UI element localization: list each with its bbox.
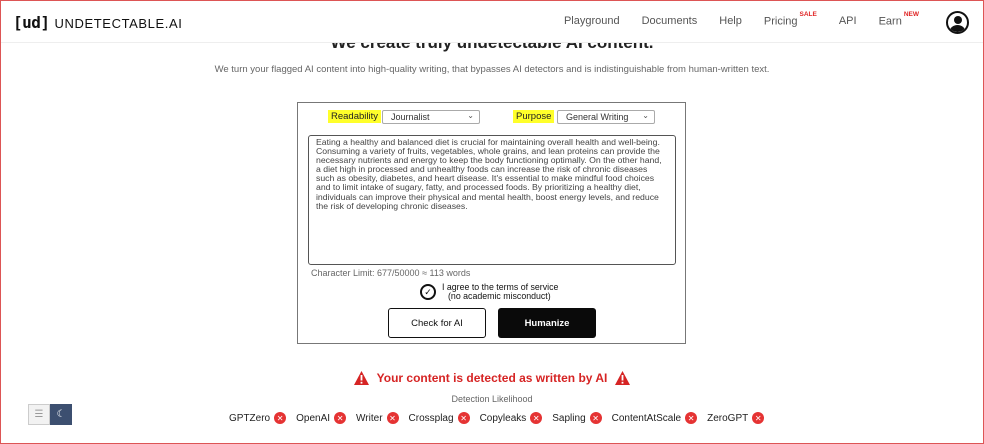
character-limit: Character Limit: 677/50000 ≈ 113 words	[311, 268, 471, 278]
detector-name: Writer	[356, 412, 383, 424]
terms-agreement[interactable]: ✓ I agree to the terms of service (no ac…	[420, 283, 558, 301]
x-circle-icon: ✕	[589, 412, 602, 424]
detection-warning: Your content is detected as written by A…	[1, 370, 983, 386]
readability-value: Journalist	[391, 112, 430, 122]
menu-lines-icon[interactable]: ☰	[28, 404, 50, 425]
chevron-down-icon: ⌄	[467, 111, 474, 120]
detector-list: GPTZero ✕ OpenAI ✕ Writer ✕ Crossplag ✕ Copy…	[229, 412, 774, 424]
readability-select[interactable]: Journalist ⌄	[382, 110, 480, 124]
nav-api[interactable]: API	[839, 15, 857, 28]
warning-triangle-icon	[614, 370, 631, 386]
nav-label: Documents	[641, 15, 698, 27]
main-nav: Playground Documents Help PricingSALE AP…	[542, 11, 919, 28]
theme-toggle: ☰ ☾	[28, 404, 72, 425]
detector-name: Copyleaks	[479, 412, 527, 424]
detector-name: OpenAI	[296, 412, 331, 424]
detector-contentatscale: ContentAtScale ✕	[612, 412, 698, 424]
terms-line-2: (no academic misconduct)	[448, 291, 551, 301]
warning-triangle-icon	[353, 370, 370, 386]
page-subtitle: We turn your flagged AI content into hig…	[214, 64, 770, 75]
nav-pricing[interactable]: PricingSALE	[763, 11, 817, 28]
x-circle-icon: ✕	[334, 412, 347, 424]
nav-label: Playground	[563, 15, 620, 27]
logo-mark: [ud]	[13, 13, 50, 32]
detector-openai: OpenAI ✕	[296, 412, 347, 424]
warning-text: Your content is detected as written by A…	[376, 371, 608, 385]
x-circle-icon: ✕	[530, 412, 543, 424]
detector-writer: Writer ✕	[356, 412, 399, 424]
checkmark-circle-icon[interactable]: ✓	[420, 284, 436, 300]
purpose-value: General Writing	[566, 112, 629, 122]
purpose-select[interactable]: General Writing ⌄	[557, 110, 655, 124]
detector-sapling: Sapling ✕	[552, 412, 602, 424]
x-circle-icon: ✕	[457, 412, 470, 424]
sale-badge: SALE	[799, 11, 817, 18]
avatar-head	[954, 16, 962, 24]
nav-label: Pricing	[763, 15, 798, 28]
nav-help[interactable]: Help	[719, 15, 742, 28]
detector-name: Sapling	[552, 412, 586, 424]
terms-text: I agree to the terms of service (no acad…	[442, 283, 558, 301]
nav-earn[interactable]: EarnNEW	[878, 11, 919, 28]
x-circle-icon: ✕	[685, 412, 698, 424]
detector-name: ZeroGPT	[707, 412, 749, 424]
x-circle-icon: ✕	[386, 412, 399, 424]
detection-likelihood-label: Detection Likelihood	[451, 394, 533, 404]
detector-gptzero: GPTZero ✕	[229, 412, 287, 424]
nav-label: Earn	[878, 15, 902, 28]
logo-text: UNDETECTABLE.AI	[54, 16, 183, 31]
new-badge: NEW	[903, 11, 919, 18]
detector-name: Crossplag	[408, 412, 454, 424]
check-for-ai-button[interactable]: Check for AI	[388, 308, 486, 338]
logo[interactable]: [ud] UNDETECTABLE.AI	[13, 13, 182, 32]
top-navigation-bar: [ud] UNDETECTABLE.AI Playground Document…	[1, 1, 983, 43]
humanize-button[interactable]: Humanize	[498, 308, 596, 338]
detector-name: ContentAtScale	[611, 412, 682, 424]
chevron-down-icon: ⌄	[642, 111, 649, 120]
detector-name: GPTZero	[229, 412, 271, 424]
detector-crossplag: Crossplag ✕	[409, 412, 470, 424]
detector-copyleaks: Copyleaks ✕	[480, 412, 543, 424]
avatar-shoulders	[950, 25, 965, 32]
x-circle-icon: ✕	[752, 412, 765, 424]
detector-zerogpt: ZeroGPT ✕	[707, 412, 765, 424]
nav-label: Help	[719, 15, 742, 27]
purpose-label: Purpose	[513, 110, 555, 123]
nav-documents[interactable]: Documents	[642, 15, 698, 28]
readability-label: Readability	[328, 110, 381, 123]
humanizer-card: Readability Journalist ⌄ Purpose General…	[297, 102, 686, 344]
nav-playground[interactable]: Playground	[564, 15, 620, 28]
moon-icon[interactable]: ☾	[50, 404, 72, 425]
x-circle-icon: ✕	[274, 412, 287, 424]
content-textarea[interactable]: Eating a healthy and balanced diet is cr…	[308, 135, 676, 265]
nav-label: API	[838, 15, 857, 27]
user-circle-icon[interactable]	[946, 11, 969, 34]
